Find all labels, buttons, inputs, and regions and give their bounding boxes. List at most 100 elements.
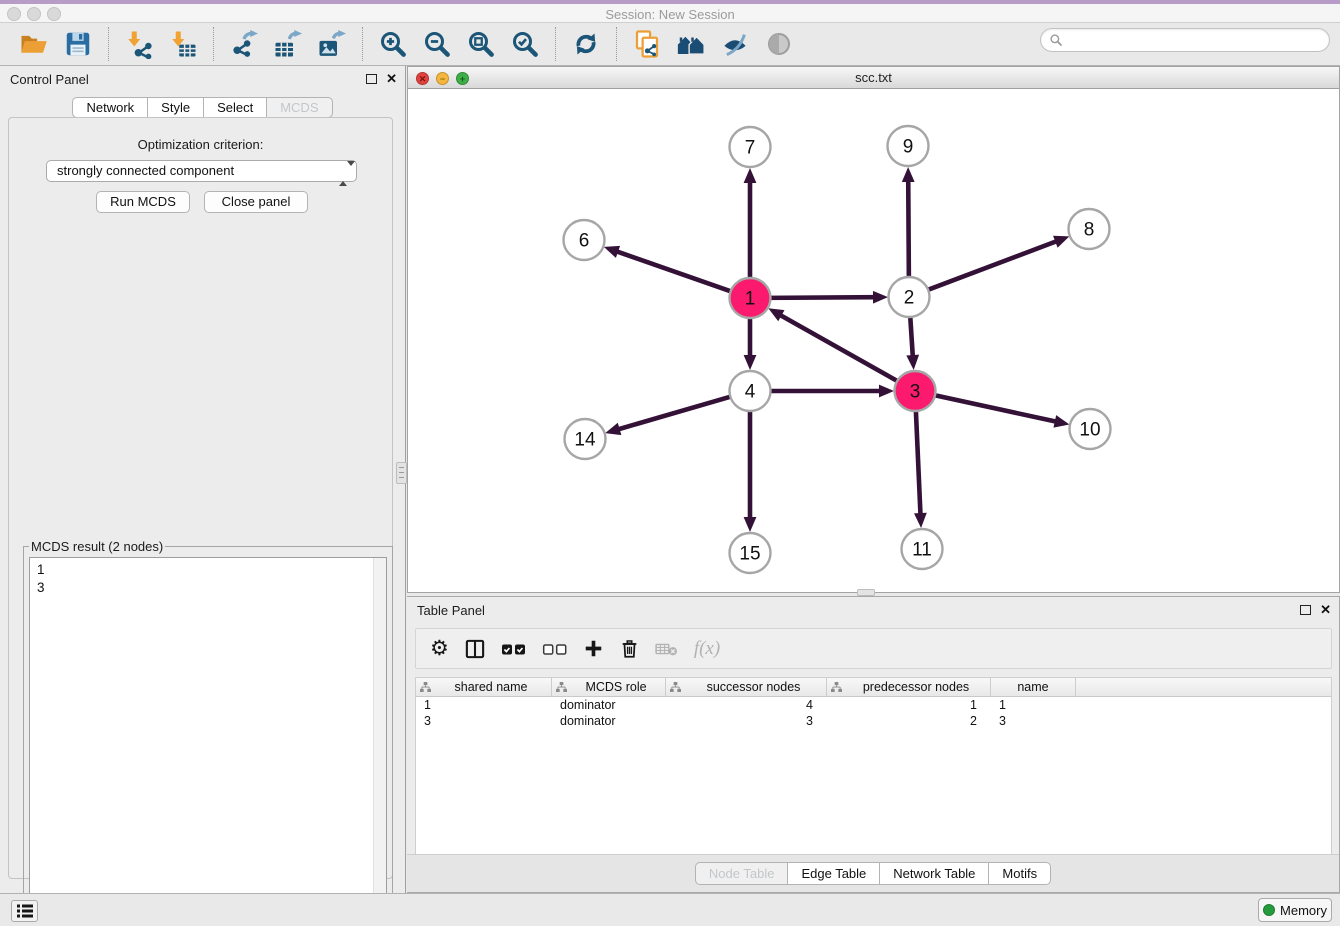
column-type-icon (670, 682, 681, 693)
home-icon[interactable] (674, 27, 708, 61)
birds-eye-view-icon[interactable] (762, 27, 796, 61)
export-image-icon[interactable] (315, 27, 349, 61)
mcds-result-line: 1 (37, 561, 379, 579)
graph-edge-4-14[interactable] (618, 396, 733, 429)
criterion-select[interactable]: strongly connected component (46, 160, 357, 182)
mcds-result-textarea[interactable]: 13 (29, 557, 387, 917)
graph-edge-3-11[interactable] (916, 409, 921, 515)
zoom-fit-icon[interactable] (464, 27, 498, 61)
column-header-successor-nodes[interactable]: successor nodes (666, 678, 827, 696)
table-cell[interactable]: 2 (827, 713, 991, 729)
control-panel-title: Control Panel (10, 72, 89, 87)
mcds-result-group: MCDS result (2 nodes) 13 (23, 546, 393, 924)
graphics-details-icon[interactable] (718, 27, 752, 61)
graph-edge-2-8[interactable] (926, 241, 1057, 290)
save-session-icon[interactable] (61, 27, 95, 61)
close-table-panel-icon[interactable]: ✕ (1320, 604, 1331, 616)
table-tab-edge-table[interactable]: Edge Table (787, 862, 880, 885)
column-header-name[interactable]: name (991, 678, 1076, 696)
graph-arrowhead (744, 517, 757, 532)
select-all-columns-icon[interactable] (501, 638, 527, 660)
float-table-panel-icon[interactable] (1300, 605, 1311, 615)
unselect-all-columns-icon[interactable] (542, 638, 568, 660)
network-window-titlebar[interactable]: ✕ − + scc.txt (408, 67, 1339, 89)
table-header-row: shared nameMCDS role successor nodesprede… (416, 678, 1331, 697)
graph-edge-3-1[interactable] (780, 315, 899, 382)
table-cell[interactable]: 1 (991, 697, 1076, 713)
graph-edge-1-2[interactable] (768, 297, 875, 298)
memory-button[interactable]: Memory (1258, 898, 1332, 922)
table-cell[interactable]: dominator (552, 713, 666, 729)
graph-node-label-10: 10 (1079, 420, 1100, 441)
table-splitter-grip[interactable] (857, 589, 875, 596)
table-tab-network-table[interactable]: Network Table (879, 862, 989, 885)
float-panel-icon[interactable] (366, 74, 377, 84)
table-cell[interactable]: 1 (416, 697, 552, 713)
open-session-icon[interactable] (17, 27, 51, 61)
graph-arrowhead (902, 167, 915, 182)
split-columns-icon[interactable] (464, 638, 486, 660)
search-box[interactable] (1040, 28, 1330, 52)
table-row[interactable]: 1dominator411 (416, 697, 1331, 713)
toolbar-separator (616, 27, 617, 61)
column-header-shared-name[interactable]: shared name (416, 678, 552, 696)
network-canvas[interactable]: 7968124314101511 (408, 89, 1339, 592)
graph-edge-3-10[interactable] (933, 395, 1057, 422)
graph-arrowhead (1053, 236, 1069, 248)
graph-edge-1-6[interactable] (616, 251, 732, 292)
tab-mcds[interactable]: MCDS (266, 97, 332, 118)
main-toolbar (0, 23, 1340, 66)
function-builder-icon-disabled: f(x) (694, 638, 720, 660)
control-panel-tabs: NetworkStyleSelectMCDS (0, 97, 405, 118)
table-cell[interactable]: 3 (416, 713, 552, 729)
column-header-MCDS-role[interactable]: MCDS role (552, 678, 666, 696)
table-cell[interactable]: 3 (991, 713, 1076, 729)
table-panel: Table Panel ✕ ⚙ f(x) (407, 596, 1340, 893)
graph-edge-2-3[interactable] (910, 315, 913, 357)
table-cell[interactable]: 3 (666, 713, 827, 729)
search-icon (1049, 33, 1063, 47)
close-panel-icon[interactable]: ✕ (386, 73, 397, 85)
graph-arrowhead (744, 168, 757, 183)
zoom-selected-icon[interactable] (508, 27, 542, 61)
table-cell[interactable]: 1 (827, 697, 991, 713)
mcds-tab-content: Optimization criterion: strongly connect… (8, 117, 393, 879)
close-panel-button[interactable]: Close panel (204, 191, 308, 213)
panel-splitter-grip[interactable] (396, 462, 407, 484)
copy-network-icon[interactable] (630, 27, 664, 61)
search-input[interactable] (1063, 30, 1329, 50)
graph-arrowhead (879, 385, 894, 398)
table-cell[interactable]: 4 (666, 697, 827, 713)
column-label: name (991, 680, 1075, 694)
mcds-result-title: MCDS result (2 nodes) (29, 539, 165, 554)
table-tab-node-table[interactable]: Node Table (695, 862, 789, 885)
zoom-in-icon[interactable] (376, 27, 410, 61)
graph-edge-2-9[interactable] (908, 180, 909, 279)
export-table-icon[interactable] (271, 27, 305, 61)
tab-network[interactable]: Network (72, 97, 148, 118)
table-tab-motifs[interactable]: Motifs (988, 862, 1051, 885)
refresh-layout-icon[interactable] (569, 27, 603, 61)
delete-column-icon[interactable] (619, 638, 640, 660)
run-mcds-button[interactable]: Run MCDS (96, 191, 190, 213)
column-label: successor nodes (681, 680, 826, 694)
graph-node-label-14: 14 (574, 430, 596, 451)
export-network-icon[interactable] (227, 27, 261, 61)
table-settings-icon[interactable]: ⚙ (430, 638, 449, 660)
tab-select[interactable]: Select (203, 97, 267, 118)
app-titlebar: Session: New Session (0, 4, 1340, 23)
create-column-icon[interactable] (583, 638, 604, 659)
task-history-button[interactable] (11, 900, 38, 922)
column-header-predecessor-nodes[interactable]: predecessor nodes (827, 678, 991, 696)
tab-style[interactable]: Style (147, 97, 204, 118)
import-network-icon[interactable] (122, 27, 156, 61)
zoom-out-icon[interactable] (420, 27, 454, 61)
table-row[interactable]: 3dominator323 (416, 713, 1331, 729)
column-label: shared name (431, 680, 551, 694)
mcds-result-scrollbar[interactable] (373, 558, 386, 916)
import-table-icon[interactable] (166, 27, 200, 61)
mcds-result-values: 13 (30, 558, 386, 600)
table-cell[interactable]: dominator (552, 697, 666, 713)
column-type-icon (556, 682, 567, 693)
toolbar-separator (213, 27, 214, 61)
